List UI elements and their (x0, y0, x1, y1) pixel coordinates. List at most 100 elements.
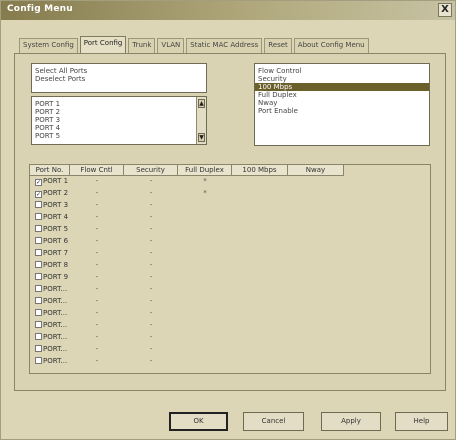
port-list-item[interactable]: PORT 5 (32, 132, 206, 140)
port-cell[interactable]: PORT... (30, 284, 70, 295)
arrow-up-icon[interactable]: ▲ (198, 99, 205, 108)
duplex-cell: * (203, 189, 207, 197)
table-row[interactable]: PORT 6 - - (30, 236, 430, 247)
table-row[interactable]: PORT... - - (30, 296, 430, 307)
port-checkbox[interactable] (35, 285, 42, 292)
port-checkbox[interactable] (35, 309, 42, 316)
port-checkbox[interactable] (35, 213, 42, 220)
apply-button[interactable]: Apply (321, 412, 381, 431)
port-cell[interactable]: ✓ PORT 2 (30, 188, 70, 199)
port-cell[interactable]: PORT... (30, 320, 70, 331)
flow-cell: - (95, 189, 99, 197)
tab-static-mac-address[interactable]: Static MAC Address (186, 38, 263, 53)
table-row[interactable]: PORT 3 - - (30, 200, 430, 211)
port-label: PORT 8 (43, 261, 69, 269)
duplex-cell: * (203, 177, 207, 185)
port-label: PORT... (43, 285, 68, 293)
arrow-down-icon[interactable]: ▼ (198, 133, 205, 142)
speed-cell (232, 272, 288, 283)
port-checkbox[interactable] (35, 333, 42, 340)
duplex-cell (178, 308, 232, 319)
port-cell[interactable]: PORT 8 (30, 260, 70, 271)
duplex-cell (178, 224, 232, 235)
option-security[interactable]: Security (255, 75, 429, 83)
table-row[interactable]: PORT... - - (30, 332, 430, 343)
table-row[interactable]: PORT... - - (30, 344, 430, 355)
port-checkbox[interactable] (35, 237, 42, 244)
table-row[interactable]: PORT 8 - - (30, 260, 430, 271)
table-row[interactable]: PORT 9 - - (30, 272, 430, 283)
duplex-cell (178, 200, 232, 211)
port-checkbox[interactable] (35, 297, 42, 304)
port-checkbox[interactable] (35, 321, 42, 328)
port-cell[interactable]: PORT 6 (30, 236, 70, 247)
ok-button[interactable]: OK (169, 412, 228, 431)
port-cell[interactable]: PORT 3 (30, 200, 70, 211)
port-cell[interactable]: ✓ PORT 1 (30, 176, 70, 187)
help-button[interactable]: Help (395, 412, 448, 431)
title-bar[interactable]: Config Menu X (1, 1, 455, 20)
port-cell[interactable]: PORT... (30, 308, 70, 319)
table-row[interactable]: PORT... - - (30, 320, 430, 331)
port-cell[interactable]: PORT 5 (30, 224, 70, 235)
flow-cell: - (95, 201, 99, 209)
option-100-mbps[interactable]: 100 Mbps (255, 83, 429, 91)
port-cell[interactable]: PORT 4 (30, 212, 70, 223)
port-checkbox[interactable] (35, 249, 42, 256)
option-full-duplex[interactable]: Full Duplex (255, 91, 429, 99)
port-checkbox[interactable]: ✓ (35, 179, 42, 186)
table-row[interactable]: ✓ PORT 1 - - * (30, 176, 430, 187)
tab-vlan[interactable]: VLAN (157, 38, 185, 53)
speed-cell (232, 332, 288, 343)
option-flow-control[interactable]: Flow Control (255, 67, 429, 75)
port-checkbox[interactable] (35, 225, 42, 232)
port-checkbox[interactable] (35, 261, 42, 268)
table-row[interactable]: PORT 5 - - (30, 224, 430, 235)
port-list-item[interactable]: PORT 1 (32, 100, 206, 108)
tab-about-config-menu[interactable]: About Config Menu (293, 38, 369, 53)
port-checkbox[interactable] (35, 201, 42, 208)
deselect-ports-item[interactable]: Deselect Ports (32, 75, 206, 83)
port-options-list[interactable]: Flow Control Security 100 Mbps Full Dupl… (254, 63, 430, 146)
port-cell[interactable]: PORT... (30, 344, 70, 355)
select-ports-list[interactable]: Select All Ports Deselect Ports (31, 63, 207, 93)
port-list-scrollbar[interactable]: ▲ ▼ (196, 97, 206, 144)
port-cell[interactable]: PORT... (30, 356, 70, 367)
port-list-item[interactable]: PORT 3 (32, 116, 206, 124)
port-label: PORT 9 (43, 273, 69, 281)
nway-cell (288, 176, 344, 187)
port-checkbox[interactable]: ✓ (35, 191, 42, 198)
port-checkbox[interactable] (35, 345, 42, 352)
tab-port-config[interactable]: Port Config (79, 36, 127, 53)
duplex-cell (178, 284, 232, 295)
table-row[interactable]: PORT 7 - - (30, 248, 430, 259)
option-port-enable[interactable]: Port Enable (255, 107, 429, 115)
tab-system-config[interactable]: System Config (19, 38, 78, 53)
tab-reset[interactable]: Reset (264, 38, 292, 53)
port-cell[interactable]: PORT... (30, 296, 70, 307)
port-cell[interactable]: PORT 9 (30, 272, 70, 283)
security-cell: - (149, 273, 153, 281)
tab-trunk[interactable]: Trunk (128, 38, 156, 53)
table-row[interactable]: PORT... - - (30, 356, 430, 367)
table-row[interactable]: PORT 4 - - (30, 212, 430, 223)
port-label: PORT... (43, 357, 68, 365)
port-checkbox[interactable] (35, 273, 42, 280)
speed-cell (232, 344, 288, 355)
table-row[interactable]: PORT... - - (30, 284, 430, 295)
close-button[interactable]: X (438, 3, 452, 17)
table-row[interactable]: ✓ PORT 2 - - * (30, 188, 430, 199)
port-cell[interactable]: PORT... (30, 332, 70, 343)
cancel-button[interactable]: Cancel (243, 412, 304, 431)
flow-cell: - (95, 357, 99, 365)
port-cell[interactable]: PORT 7 (30, 248, 70, 259)
port-list-item[interactable]: PORT 2 (32, 108, 206, 116)
security-cell: - (149, 297, 153, 305)
port-checkbox[interactable] (35, 357, 42, 364)
table-row[interactable]: PORT... - - (30, 308, 430, 319)
port-list[interactable]: PORT 1 PORT 2 PORT 3 PORT 4 PORT 5 ▲ ▼ (31, 96, 207, 145)
option-nway[interactable]: Nway (255, 99, 429, 107)
port-list-item[interactable]: PORT 4 (32, 124, 206, 132)
close-icon: X (441, 4, 449, 15)
select-all-ports-item[interactable]: Select All Ports (32, 67, 206, 75)
